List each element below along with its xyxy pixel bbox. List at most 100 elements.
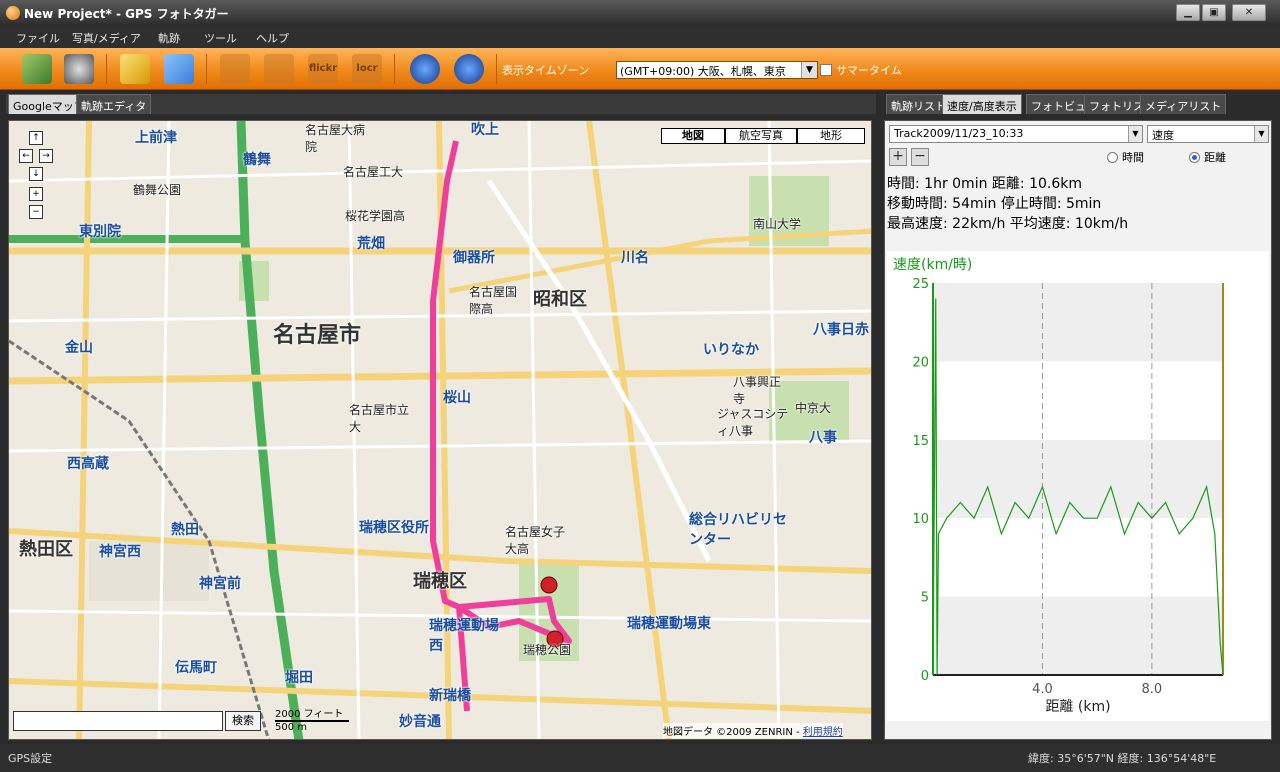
map-type-map[interactable]: 地図 [661,128,725,144]
stat-time-distance: 時間: 1hr 0min 距離: 10.6km [887,176,1082,192]
map-label-nanzan-univ: 南山大学 [753,217,802,231]
map-label-atsuta-ku: 熱田区 [19,539,73,560]
station-iriinaka: いりなか [703,342,759,358]
map-label-sogo-rehab: 総合リハビリセンター [689,512,787,548]
map-copyright: 地図データ ©2009 ZENRIN - 利用規約 [663,723,843,738]
map-label-yagoto-kosho: 八事興正寺 [733,375,782,406]
google-map[interactable]: 地図 航空写真 地形 ↑ ← → ↓ + − 名古屋市 昭和区 瑞穂区 熱田区 … [8,120,872,740]
menu-photo-media[interactable]: 写真/メディア [72,30,141,46]
stat-moving-stopped: 移動時間: 54min 停止時間: 5min [887,196,1102,212]
pan-right-icon[interactable]: → [39,149,53,163]
radio-time-label: 時間 [1122,151,1144,164]
y-tick-label: 20 [912,355,929,370]
station-arahata: 荒畑 [357,236,385,252]
map-label-sakura-gakuen: 桜花学園高 [345,209,406,223]
locr-icon[interactable]: locr [352,54,382,84]
gps-device-icon[interactable] [64,54,94,84]
zoom-in-icon[interactable]: + [29,187,43,201]
maximize-button[interactable]: ▣ [1202,4,1226,21]
title-bar: New Project* - GPS フォトタガー ▁ ▣ ✕ [0,0,1280,26]
station-atsuta: 熱田 [171,522,199,538]
map-type-satellite[interactable]: 航空写真 [725,128,797,144]
station-nishitakakura: 西高蔵 [67,456,109,472]
speed-chart[interactable]: 0 5 10 15 20 25 4.0 8.0 速度(km/時) 距離 (km) [887,251,1269,721]
map-type-terrain[interactable]: 地形 [797,128,865,144]
track-select[interactable]: Track2009/11/23_10:33 ▼ [889,125,1143,143]
scale-meters: 500 m [275,722,308,733]
write-exif-icon[interactable] [264,54,294,84]
map-label-fukiage: 吹上 [471,122,499,138]
radio-time[interactable] [1107,152,1118,163]
map-label-nagoya-kodai: 名古屋工大 [343,165,404,179]
zoom-in-button[interactable]: + [889,148,907,166]
chart-band [933,361,1223,440]
metric-select[interactable]: 速度 ▼ [1147,125,1269,143]
zoom-out-icon[interactable]: − [29,205,43,219]
open-folder-icon[interactable] [120,54,150,84]
station-gokisho: 御器所 [453,250,495,266]
y-tick-label: 15 [912,434,929,449]
x-tick-label: 8.0 [1142,682,1163,697]
y-axis-label: 速度(km/時) [893,257,972,273]
tab-media-list[interactable]: メディアリスト [1140,94,1227,114]
station-sakurayama: 桜山 [443,390,471,406]
station-shinmizuho: 新瑞橋 [429,688,471,704]
status-bar: GPS設定 緯度: 35°6'57"N 経度: 136°54'48"E [0,744,1280,772]
station-jingu-mae: 神宮前 [199,576,241,592]
copyright-text: 地図データ ©2009 ZENRIN - [663,727,800,738]
terms-link[interactable]: 利用規約 [803,727,843,738]
chart-band [933,518,1223,597]
add-photo-icon[interactable] [164,54,194,84]
map-search-button[interactable]: 検索 [225,711,261,731]
x-tick-label: 4.0 [1032,682,1053,697]
y-tick-label: 5 [921,591,929,606]
map-label-mizuho-undojo-nishi: 瑞穂運動場西 [429,618,499,654]
close-button[interactable]: ✕ [1232,4,1266,21]
app-icon [6,6,20,20]
google-earth-icon[interactable] [410,54,440,84]
map-scale: 2000 フィート 500 m [275,705,350,733]
tab-track-editor[interactable]: 軌跡エディタ [76,94,152,114]
chevron-down-icon: ▼ [1128,126,1142,142]
speed-chart-svg: 0 5 10 15 20 25 4.0 8.0 速度(km/時) 距離 (km) [893,257,1224,715]
station-kamimaezu: 上前津 [135,130,177,146]
geotag-icon[interactable] [220,54,250,84]
station-kawana: 川名 [621,250,649,266]
x-axis-label: 距離 (km) [1045,698,1110,715]
track-select-value: Track2009/11/23_10:33 [894,127,1024,140]
menu-file[interactable]: ファイル [16,30,60,46]
summer-time-label: サマータイム [836,64,902,77]
menu-tools[interactable]: ツール [204,30,237,46]
chevron-down-icon: ▼ [801,62,817,78]
map-label-nagoya-shiritsu: 名古屋市立大 [349,403,410,434]
tab-speed-altitude[interactable]: 速度/高度表示 [942,94,1022,114]
menu-help[interactable]: ヘルプ [256,30,289,46]
station-yagoto: 八事 [809,430,837,446]
pan-down-icon[interactable]: ↓ [29,167,43,181]
timezone-select[interactable]: (GMT+09:00) 大阪、札幌、東京 ▼ [616,61,818,79]
pan-up-icon[interactable]: ↑ [29,131,43,145]
map-search-input[interactable] [13,711,223,731]
map-label-mizuho-koen: 瑞穂公園 [523,643,572,657]
station-yagoto-nisseki: 八事日赤 [813,322,869,338]
status-coordinates: 緯度: 35°6'57"N 経度: 136°54'48"E [1028,752,1217,765]
summer-time-checkbox[interactable] [820,64,832,76]
minimize-button[interactable]: ▁ [1176,4,1200,21]
flickr-icon[interactable]: flickr [308,54,338,84]
metric-select-value: 速度 [1152,129,1174,142]
map-label-chukyo-univ: 中京大 [795,401,832,415]
map-label-jasco-yagoto: ジャスコシティ八事 [717,407,789,438]
chevron-down-icon: ▼ [1254,126,1268,142]
export-kml-icon[interactable] [454,54,484,84]
station-denmacho: 伝馬町 [175,660,217,676]
y-tick-label: 0 [921,669,929,684]
pan-left-icon[interactable]: ← [19,149,33,163]
map-label-tsurumai-park: 鶴舞公園 [133,183,182,197]
menu-track[interactable]: 軌跡 [158,30,180,46]
y-tick-label: 25 [912,277,929,292]
radio-distance[interactable] [1189,152,1200,163]
import-track-icon[interactable] [22,54,52,84]
map-label-nagoya-kokusai: 名古屋国際高 [469,285,518,316]
map-label-mizuho-ku: 瑞穂区 [413,571,467,592]
zoom-out-button[interactable]: − [911,148,929,166]
